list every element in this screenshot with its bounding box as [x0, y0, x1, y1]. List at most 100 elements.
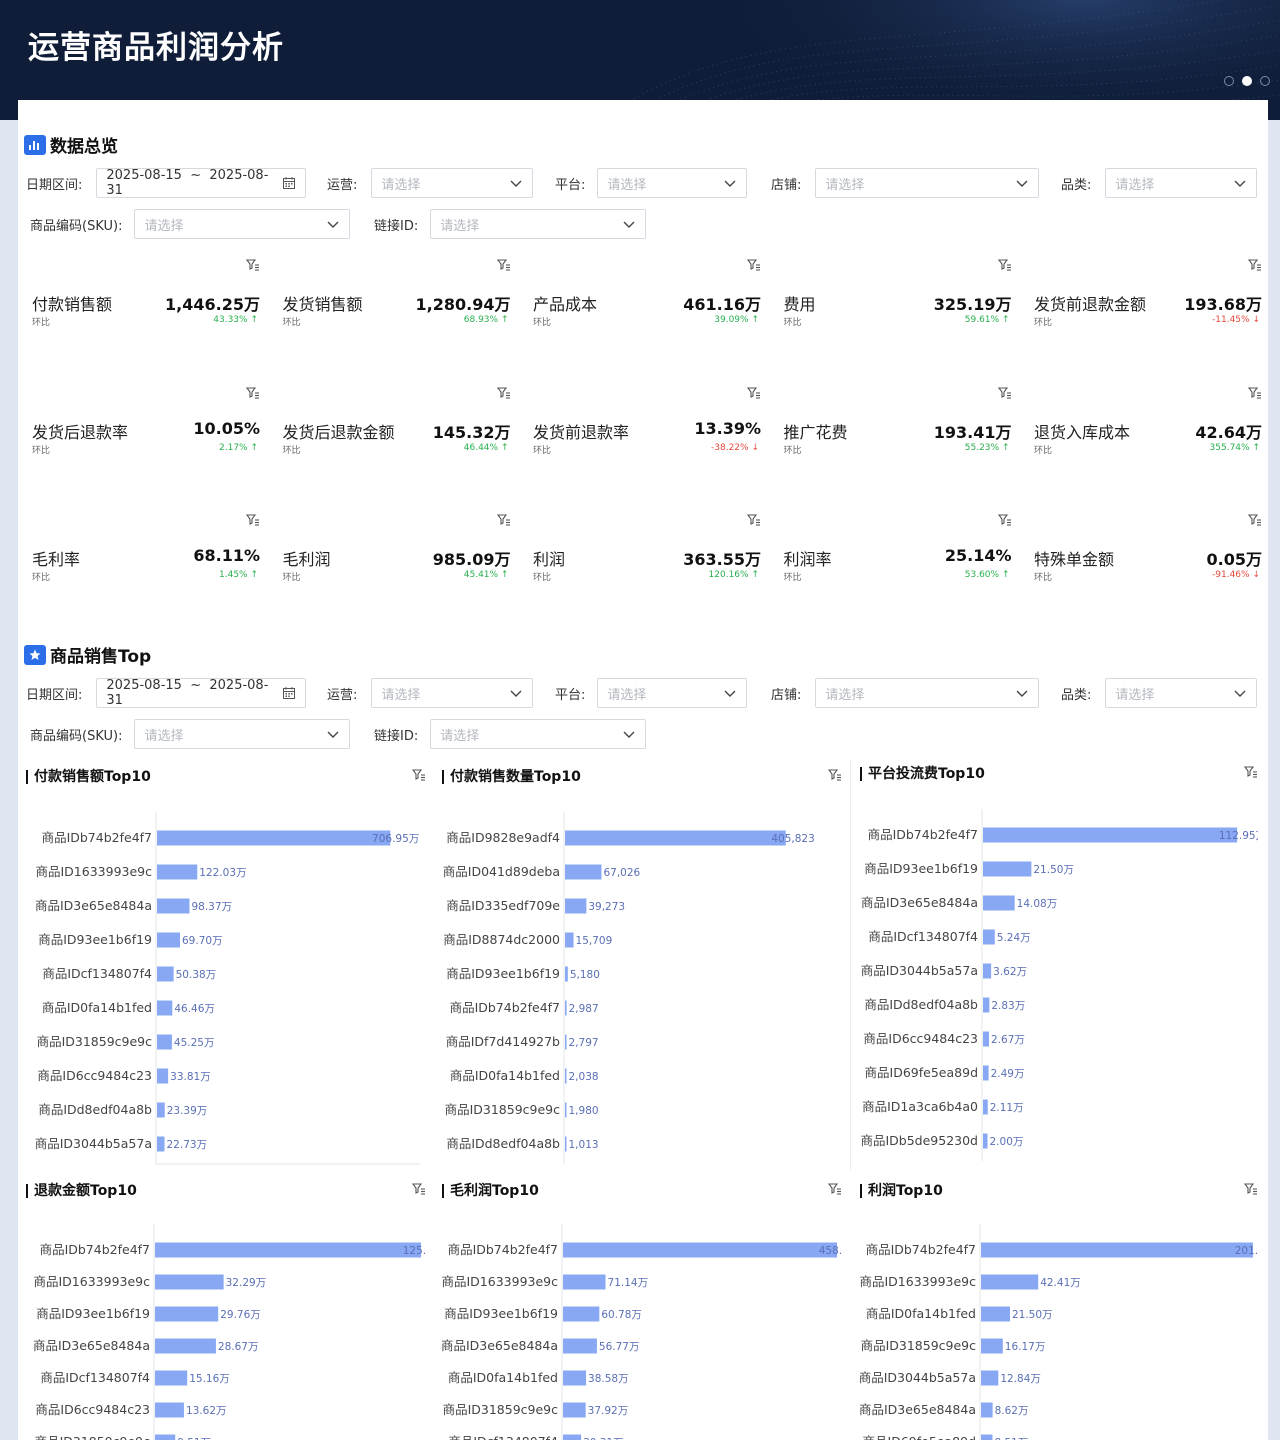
- bar[interactable]: [563, 1434, 582, 1440]
- filter-icon[interactable]: [411, 767, 426, 781]
- bar[interactable]: [157, 966, 174, 982]
- filter-icon[interactable]: [245, 385, 260, 399]
- store-select[interactable]: 请选择: [815, 678, 1040, 708]
- bar[interactable]: [157, 1068, 169, 1084]
- bar[interactable]: [155, 1274, 224, 1290]
- bar[interactable]: [983, 997, 990, 1013]
- link-id-select[interactable]: 请选择: [430, 719, 647, 749]
- bar[interactable]: [155, 1242, 421, 1258]
- filter-icon[interactable]: [496, 257, 511, 271]
- bar[interactable]: [157, 830, 391, 846]
- kpi-change-value: 355.74%: [1209, 442, 1250, 453]
- filter-icon[interactable]: [827, 767, 842, 781]
- bar[interactable]: [157, 898, 190, 914]
- bar[interactable]: [981, 1402, 993, 1418]
- bar[interactable]: [983, 1133, 988, 1149]
- bar[interactable]: [157, 1000, 173, 1016]
- bar[interactable]: [983, 895, 1015, 911]
- sku-select[interactable]: 请选择: [134, 719, 351, 749]
- bar[interactable]: [981, 1274, 1039, 1290]
- filter-icon[interactable]: [1243, 764, 1258, 778]
- sku-select[interactable]: 请选择: [134, 209, 351, 239]
- bar[interactable]: [155, 1306, 219, 1322]
- carousel-dot[interactable]: [1260, 76, 1270, 86]
- bar[interactable]: [155, 1402, 184, 1418]
- bar[interactable]: [981, 1370, 999, 1386]
- filter-icon[interactable]: [997, 385, 1012, 399]
- bar[interactable]: [983, 1099, 988, 1115]
- filter-icon[interactable]: [1247, 512, 1262, 526]
- bar[interactable]: [563, 1402, 586, 1418]
- category-label: 商品ID3044b5a57a: [861, 963, 978, 978]
- platform-select[interactable]: 请选择: [597, 678, 748, 708]
- bar[interactable]: [983, 1065, 989, 1081]
- bar[interactable]: [981, 1434, 993, 1440]
- filter-icon[interactable]: [496, 512, 511, 526]
- bar[interactable]: [983, 827, 1238, 843]
- bar[interactable]: [983, 1031, 990, 1047]
- bar[interactable]: [157, 1034, 172, 1050]
- bar[interactable]: [565, 1034, 567, 1050]
- carousel-dot-active[interactable]: [1242, 76, 1252, 86]
- category-select[interactable]: 请选择: [1105, 168, 1258, 198]
- date-range-picker[interactable]: 2025-08-15 ~ 2025-08-31: [96, 678, 307, 708]
- date-range-picker[interactable]: 2025-08-15 ~ 2025-08-31: [96, 168, 307, 198]
- bar[interactable]: [981, 1338, 1003, 1354]
- filter-icon[interactable]: [245, 257, 260, 271]
- filter-icon[interactable]: [245, 512, 260, 526]
- filter-icon[interactable]: [1247, 385, 1262, 399]
- bar[interactable]: [563, 1306, 600, 1322]
- bar[interactable]: [565, 1068, 567, 1084]
- bar[interactable]: [565, 932, 574, 948]
- filter-icon[interactable]: [1247, 257, 1262, 271]
- bar[interactable]: [157, 864, 198, 880]
- bar[interactable]: [565, 1136, 567, 1152]
- filter-icon[interactable]: [997, 257, 1012, 271]
- bar[interactable]: [983, 861, 1032, 877]
- filter-icon[interactable]: [827, 1181, 842, 1195]
- ops-select[interactable]: 请选择: [371, 678, 534, 708]
- bar[interactable]: [563, 1242, 837, 1258]
- bar[interactable]: [565, 864, 602, 880]
- bar[interactable]: [565, 898, 587, 914]
- bar[interactable]: [981, 1306, 1010, 1322]
- carousel-dot[interactable]: [1224, 76, 1234, 86]
- bar[interactable]: [155, 1338, 216, 1354]
- filter-icon[interactable]: [411, 1181, 426, 1195]
- kpi-compare-label: 环比: [1034, 318, 1053, 328]
- filter-icon[interactable]: [746, 257, 761, 271]
- bar[interactable]: [565, 1000, 567, 1016]
- bar[interactable]: [565, 830, 786, 846]
- filter-icon[interactable]: [496, 385, 511, 399]
- kpi-card: 特殊单金额 0.05万 环比 -91.46% ↓: [1034, 512, 1266, 612]
- chevron-down-icon: [1233, 686, 1247, 700]
- kpi-change-value: -38.22%: [711, 442, 749, 453]
- bar[interactable]: [983, 963, 992, 979]
- bar[interactable]: [157, 1136, 165, 1152]
- filter-icon[interactable]: [1243, 1181, 1258, 1195]
- bar[interactable]: [157, 932, 181, 948]
- category-select[interactable]: 请选择: [1105, 678, 1258, 708]
- bar[interactable]: [155, 1434, 176, 1440]
- bar[interactable]: [981, 1242, 1253, 1258]
- category-label: 商品ID1633993e9c: [860, 1274, 976, 1289]
- store-select[interactable]: 请选择: [815, 168, 1040, 198]
- bar[interactable]: [565, 1102, 567, 1118]
- bar[interactable]: [565, 966, 568, 982]
- filter-icon[interactable]: [746, 385, 761, 399]
- platform-select[interactable]: 请选择: [597, 168, 748, 198]
- ops-select[interactable]: 请选择: [371, 168, 534, 198]
- bar[interactable]: [563, 1274, 606, 1290]
- category-label: 商品ID6cc9484c23: [35, 1402, 150, 1417]
- bar[interactable]: [563, 1338, 597, 1354]
- filter-icon[interactable]: [997, 512, 1012, 526]
- link-id-select[interactable]: 请选择: [430, 209, 647, 239]
- kpi-card: 利润率 25.14% 环比 53.60% ↑: [784, 512, 1016, 612]
- filter-icon[interactable]: [746, 512, 761, 526]
- bar[interactable]: [157, 1102, 165, 1118]
- bar[interactable]: [983, 929, 995, 945]
- bar[interactable]: [563, 1370, 587, 1386]
- sku-filter: 商品编码(SKU): 请选择: [30, 719, 351, 749]
- bar[interactable]: [155, 1370, 188, 1386]
- main-panel: 数据总览 日期区间: 2025-08-15 ~ 2025-08-31 运营: 请…: [18, 100, 1268, 1440]
